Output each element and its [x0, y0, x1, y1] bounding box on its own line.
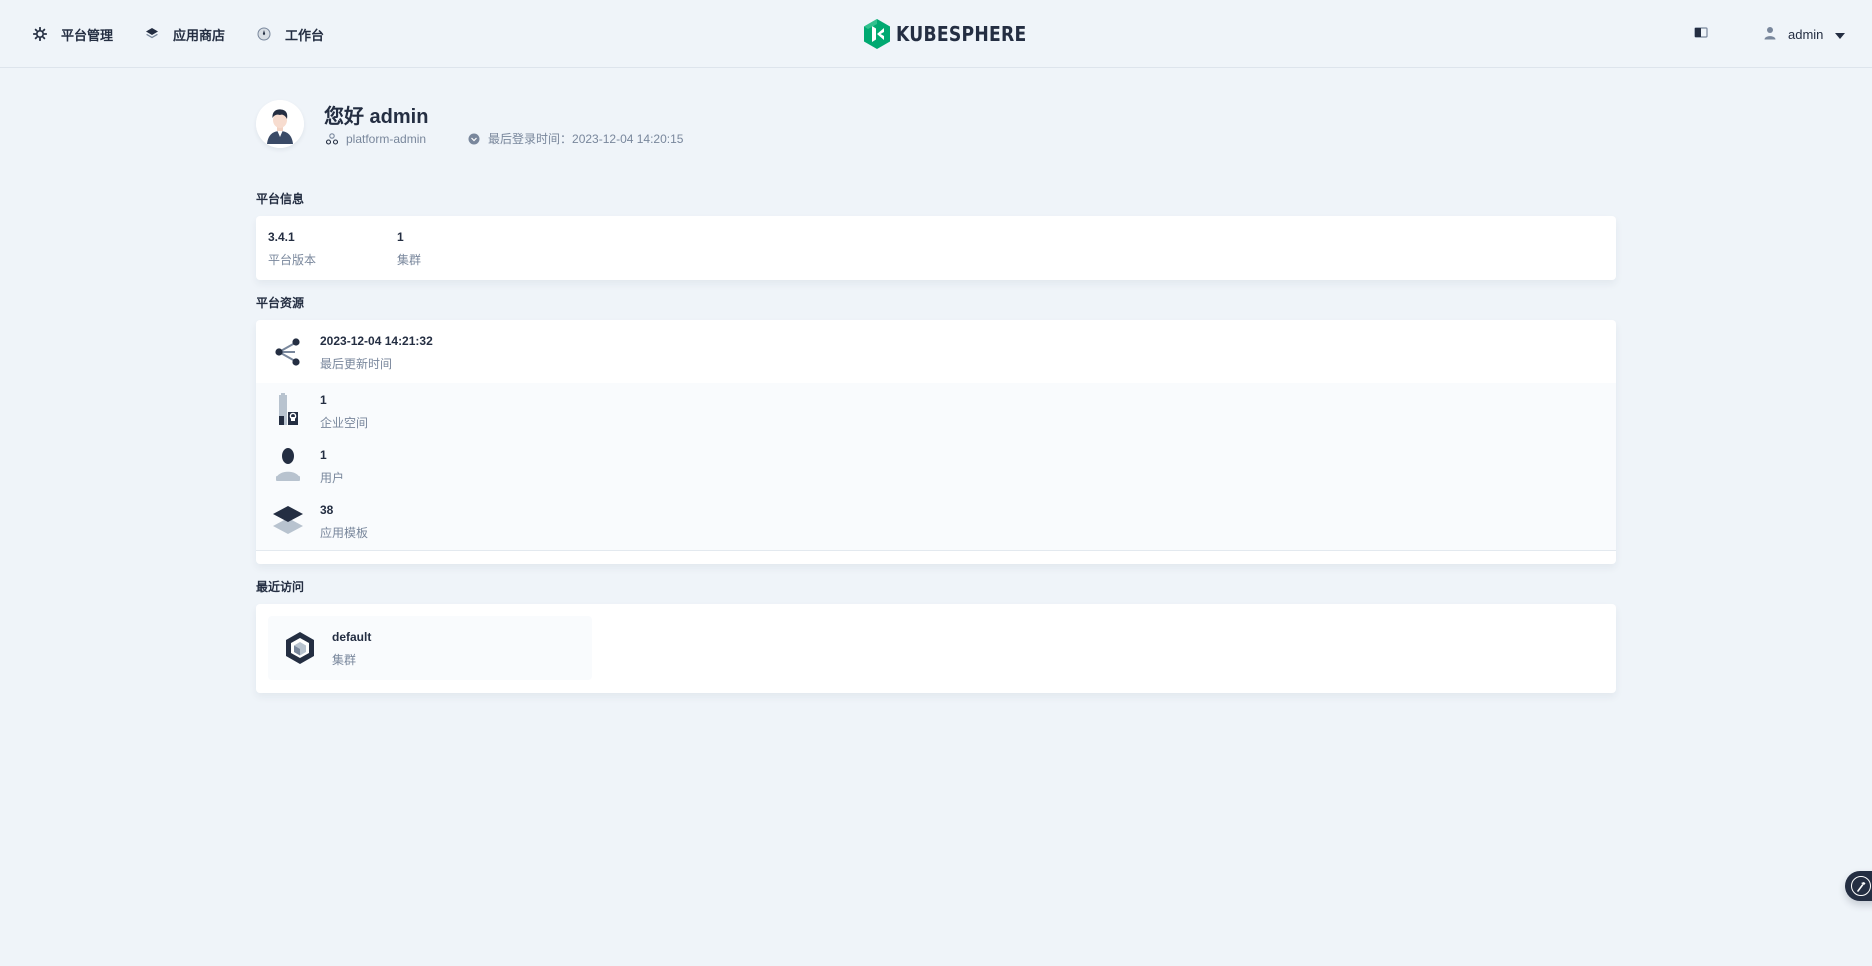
cluster-count-value: 1: [397, 230, 404, 244]
share-nodes-icon: [272, 334, 304, 370]
workspaces-label: 企业空间: [320, 416, 369, 430]
platform-version-item: 3.4.1 平台版本: [268, 230, 316, 268]
gear-icon: [32, 26, 48, 42]
recent-item-name: default: [332, 630, 372, 644]
recent-item-type: 集群: [332, 653, 357, 667]
role-text: platform-admin: [346, 131, 427, 146]
resource-text: 1 企业空间: [320, 393, 368, 431]
platform-info-title: 平台信息: [256, 192, 305, 206]
nav-label: 应用商店: [173, 27, 226, 43]
resource-row-last-update: 2023-12-04 14:21:32 最后更新时间: [256, 320, 1616, 384]
nav-label: 平台管理: [61, 27, 114, 43]
cluster-icon: [282, 630, 318, 666]
clock-icon: [468, 133, 480, 144]
logo-text: KUBESPHERE: [896, 22, 1027, 46]
user-name: admin: [1788, 26, 1824, 42]
enterprise-space-icon: [272, 392, 304, 428]
workspaces-value: 1: [320, 393, 327, 407]
hammer-icon: [1851, 876, 1871, 896]
last-update-value: 2023-12-04 14:21:32: [320, 334, 433, 348]
chevron-down-icon: [1835, 27, 1846, 42]
platform-resources-card: 2023-12-04 14:21:32 最后更新时间 1 企业空间 1 用户 3…: [256, 320, 1616, 564]
platform-resources-title: 平台资源: [256, 296, 305, 310]
resource-text: 2023-12-04 14:21:32 最后更新时间: [320, 334, 433, 372]
recent-item-default-cluster[interactable]: default 集群: [268, 616, 592, 680]
layers-icon: [144, 26, 160, 42]
user-meta: platform-admin 最后登录时间：2023-12-04 14:20:1…: [326, 130, 683, 147]
nav-label: 工作台: [285, 27, 325, 43]
last-update-label: 最后更新时间: [320, 357, 393, 371]
resource-text: 38 应用模板: [320, 503, 368, 541]
users-value: 1: [320, 448, 327, 462]
platform-info-card: 3.4.1 平台版本 1 集群: [256, 216, 1616, 280]
recent-access-card: default 集群: [256, 604, 1616, 693]
resource-row-workspaces: 1 企业空间: [256, 383, 1616, 439]
greeting-header: 您好 admin platform-admin 最后登录时间：2023-12-0…: [256, 100, 1056, 150]
kubesphere-logo-icon: [864, 19, 890, 49]
compass-icon: [256, 26, 272, 42]
user-icon: [272, 447, 304, 483]
resource-row-users: 1 用户: [256, 438, 1616, 494]
cluster-count-label: 集群: [397, 253, 422, 267]
app-template-icon: [272, 503, 304, 539]
role-info: platform-admin: [326, 132, 426, 146]
nav-workbench[interactable]: 工作台: [256, 22, 324, 46]
top-navigation: 平台管理 应用商店 工作台 KUBESPHERE admin: [0, 0, 1872, 68]
last-login-text: 最后登录时间：2023-12-04 14:20:15: [488, 132, 684, 146]
resource-text: 1 用户: [320, 448, 344, 486]
last-login-info: 最后登录时间：2023-12-04 14:20:15: [468, 130, 683, 147]
toolbox-button[interactable]: [1845, 871, 1872, 901]
nav-app-store[interactable]: 应用商店: [144, 22, 225, 46]
recent-access-title: 最近访问: [256, 580, 305, 594]
theme-toggle-icon[interactable]: [1693, 24, 1709, 40]
users-label: 用户: [320, 471, 345, 485]
app-templates-label: 应用模板: [320, 526, 369, 540]
user-menu[interactable]: admin: [1764, 22, 1846, 46]
platform-version-label: 平台版本: [268, 253, 317, 267]
greeting-title: 您好 admin: [324, 106, 429, 128]
user-icon: [1764, 26, 1776, 43]
app-templates-value: 38: [320, 503, 334, 517]
platform-version-value: 3.4.1: [268, 230, 295, 244]
nav-platform-management[interactable]: 平台管理: [32, 22, 113, 46]
resource-row-app-templates: 38 应用模板: [256, 493, 1616, 551]
role-icon: [326, 132, 338, 145]
kubesphere-logo[interactable]: KUBESPHERE: [864, 19, 1048, 49]
avatar: [256, 100, 304, 148]
cluster-count-item: 1 集群: [397, 230, 421, 268]
recent-item-text: default 集群: [332, 630, 371, 668]
